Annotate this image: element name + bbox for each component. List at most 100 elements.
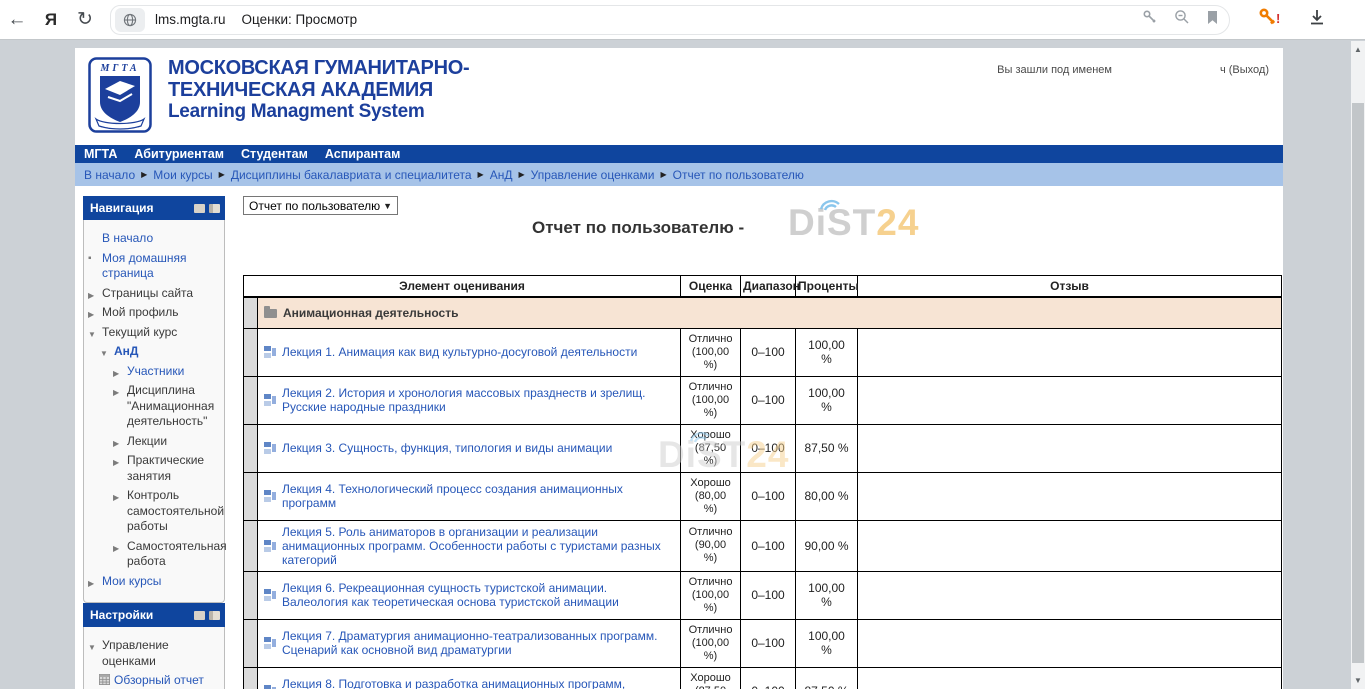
expand-arrow-icon[interactable]: ▶ (113, 455, 119, 471)
sidebar-settings-item[interactable]: ▼ Управление оценками (87, 638, 221, 669)
collapse-arrow-icon[interactable]: ▼ (88, 327, 96, 343)
breadcrumb-item[interactable]: АнД (490, 168, 513, 182)
expand-arrow-icon[interactable]: ▶ (113, 366, 119, 382)
grade-item-link[interactable]: Лекция 8. Подготовка и разработка анимац… (282, 677, 674, 689)
page-scrollbar[interactable]: ▲ ▼ (1351, 41, 1365, 689)
academy-name-line2: ТЕХНИЧЕСКАЯ АКАДЕМИЯ (168, 79, 469, 101)
sidebar-nav-item[interactable]: ▼ АнД (87, 344, 221, 360)
grade-percent: (100,00 %) (687, 346, 734, 372)
lesson-icon (264, 589, 276, 601)
navbar-item-2[interactable]: Абитуриентам (134, 147, 224, 161)
sidebar-nav-item[interactable]: ▪Моя домашняя страница (87, 251, 221, 282)
grade-item-link[interactable]: Лекция 3. Сущность, функция, типология и… (282, 441, 612, 455)
sidebar-nav-item[interactable]: ▶ Контроль самостоятельной работы (87, 488, 221, 535)
sidebar-nav-item-label[interactable]: Контроль самостоятельной работы (127, 488, 224, 533)
indent-gutter (244, 520, 258, 571)
sidebar-nav-item[interactable]: ▶ Дисциплина "Анимационная деятельность" (87, 383, 221, 430)
navbar-item-4[interactable]: Аспирантам (325, 147, 401, 161)
sidebar-nav-item-label[interactable]: Текущий курс (102, 325, 177, 339)
sidebar-nav-item-label[interactable]: В начало (102, 231, 153, 245)
breadcrumb-item[interactable]: В начало (84, 168, 135, 182)
lesson-icon (264, 490, 276, 502)
sidebar-nav-item[interactable]: ▶ Мои курсы (87, 574, 221, 590)
item-cell: Лекция 3. Сущность, функция, типология и… (258, 424, 681, 472)
sidebar-nav-item[interactable]: ▶ Участники (87, 364, 221, 380)
expand-arrow-icon[interactable]: ▶ (88, 288, 94, 304)
settings-block: Настройки ▼Управление оценкамиОбзорный о… (83, 603, 225, 689)
logout-link[interactable]: ч (Выход) (1220, 64, 1269, 76)
sidebar-nav-item-label[interactable]: Практические занятия (127, 453, 204, 483)
sidebar-nav-item-label[interactable]: Участники (127, 364, 184, 378)
dock-block-icon[interactable] (209, 204, 220, 213)
grade-item-link[interactable]: Лекция 5. Роль аниматоров в организации … (282, 525, 674, 567)
grade-item-link[interactable]: Лекция 1. Анимация как вид культурно-дос… (282, 345, 637, 359)
sidebar-nav-item-label[interactable]: Лекции (127, 434, 167, 448)
breadcrumb-separator-icon: ▶ (518, 170, 524, 179)
breadcrumb-item[interactable]: Мои курсы (153, 168, 212, 182)
scrollbar-down-icon[interactable]: ▼ (1351, 676, 1365, 685)
sidebar-nav-item-label[interactable]: Страницы сайта (102, 286, 193, 300)
sidebar-nav-item-label[interactable]: Мой профиль (102, 305, 179, 319)
sidebar-nav-item-label[interactable]: Дисциплина "Анимационная деятельность" (127, 383, 214, 428)
expand-arrow-icon[interactable]: ▶ (88, 307, 94, 323)
grade-item-link[interactable]: Лекция 7. Драматургия анимационно-театра… (282, 629, 674, 657)
sidebar-nav-item-label[interactable]: Моя домашняя страница (102, 251, 187, 281)
academy-name-line3: Learning Managment System (168, 101, 469, 123)
scrollbar-up-icon[interactable]: ▲ (1351, 45, 1365, 54)
expand-arrow-icon[interactable]: ▶ (113, 541, 119, 557)
sidebar-nav-item[interactable]: ▼ Текущий курс (87, 325, 221, 341)
sidebar-settings-item-label[interactable]: Обзорный отчет (114, 673, 204, 687)
grade-item-link[interactable]: Лекция 6. Рекреационная сущность туристс… (282, 581, 674, 609)
sidebar-settings-item-label[interactable]: Управление оценками (102, 638, 169, 668)
grade-row: Лекция 1. Анимация как вид культурно-дос… (244, 328, 1282, 376)
range-cell: 0–100 (741, 667, 796, 689)
sidebar-nav-item[interactable]: ▶ Практические занятия (87, 453, 221, 484)
sidebar-nav-item[interactable]: ▶ Лекции (87, 434, 221, 450)
download-icon[interactable] (1308, 8, 1326, 31)
password-alert-icon[interactable]: ! (1258, 7, 1282, 32)
sidebar-nav-item[interactable]: ▶Самостоятельная работа (87, 539, 221, 570)
svg-text:МГТА: МГТА (99, 63, 139, 74)
scrollbar-thumb[interactable] (1352, 103, 1364, 663)
globe-icon (115, 8, 145, 32)
sidebar-nav-item-label[interactable]: АнД (114, 344, 138, 358)
grade-item-link[interactable]: Лекция 4. Технологический процесс создан… (282, 482, 674, 510)
table-header-row: Элемент оцениванияОценкаДиапазонПроценты… (244, 276, 1282, 298)
sidebar-nav-item[interactable]: В начало (87, 231, 221, 247)
collapse-block-icon[interactable] (194, 611, 205, 620)
expand-arrow-icon[interactable]: ▶ (88, 576, 94, 592)
sidebar-nav-item-label[interactable]: Самостоятельная работа (127, 539, 227, 569)
collapse-arrow-icon[interactable]: ▼ (100, 346, 108, 362)
sidebar-nav-item[interactable]: ▶ Страницы сайта (87, 286, 221, 302)
item-cell: Лекция 1. Анимация как вид культурно-дос… (258, 328, 681, 376)
grade-item-link[interactable]: Лекция 2. История и хронология массовых … (282, 386, 674, 414)
grade-percent: (87,50 %) (687, 442, 734, 468)
key-icon[interactable] (1142, 9, 1158, 30)
back-button[interactable]: ← (0, 9, 34, 31)
refresh-button[interactable]: ↻ (68, 8, 102, 31)
sidebar-nav-item[interactable]: ▶ Мой профиль (87, 305, 221, 321)
collapse-block-icon[interactable] (194, 204, 205, 213)
expand-arrow-icon[interactable]: ▶ (113, 385, 119, 401)
expand-arrow-icon[interactable]: ▶ (113, 436, 119, 452)
breadcrumb-item[interactable]: Отчет по пользователю (673, 168, 804, 182)
collapse-arrow-icon[interactable]: ▼ (88, 640, 96, 656)
sidebar-nav-item-label[interactable]: Мои курсы (102, 574, 161, 588)
report-type-select[interactable]: Отчет по пользователю ▼ (243, 196, 398, 215)
grade-row: Лекция 8. Подготовка и разработка анимац… (244, 667, 1282, 689)
expand-arrow-icon[interactable]: ▶ (113, 490, 119, 506)
sidebar-settings-item[interactable]: Обзорный отчет (87, 673, 221, 689)
breadcrumb-item[interactable]: Дисциплины бакалавриата и специалитета (231, 168, 472, 182)
login-prefix: Вы зашли под именем (997, 64, 1112, 76)
category-cell: Анимационная деятельность (258, 297, 1282, 328)
yandex-button[interactable]: Я (34, 10, 68, 30)
breadcrumb-item[interactable]: Управление оценками (531, 168, 655, 182)
url-text[interactable]: lms.mgta.ru (155, 12, 226, 27)
zoom-icon[interactable] (1174, 9, 1190, 30)
navbar-item-3[interactable]: Студентам (241, 147, 308, 161)
dock-block-icon[interactable] (209, 611, 220, 620)
navbar-item-1[interactable]: МГТА (84, 147, 117, 161)
address-bar[interactable]: lms.mgta.ru Оценки: Просмотр (110, 5, 1230, 35)
percent-cell: 90,00 % (796, 520, 858, 571)
bookmark-icon[interactable] (1206, 10, 1219, 30)
